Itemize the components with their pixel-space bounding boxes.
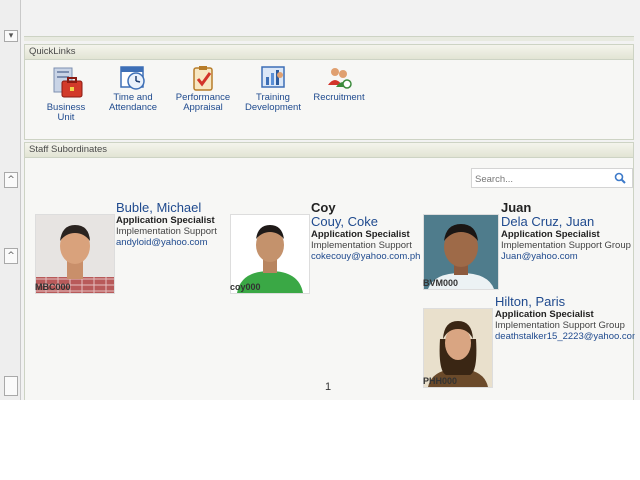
scroll-thumb[interactable] — [4, 376, 18, 396]
staff-email[interactable]: andyloid@yahoo.com — [116, 237, 232, 248]
quicklinks-panel: QuickLinks Business Unit Time and Attend… — [24, 44, 634, 140]
staff-code: PHH000 — [423, 376, 458, 386]
training-chart-icon — [261, 66, 285, 88]
viewport: ▾ ^ ^ QuickLinks Business Unit Time and … — [0, 0, 640, 400]
staff-code: BVM000 — [423, 278, 459, 288]
staff-name-link[interactable]: Dela Cruz, Juan — [501, 215, 635, 229]
staff-name-link[interactable]: Buble, Michael — [116, 201, 232, 215]
top-divider — [24, 36, 634, 41]
pagination-page[interactable]: 1 — [325, 381, 331, 393]
search-icon[interactable] — [614, 172, 626, 184]
staff-title: Application Specialist — [495, 309, 594, 320]
quicklink-label: Business Unit — [46, 102, 86, 123]
quicklink-label: Time and Attendance — [108, 92, 158, 113]
staff-header: Staff Subordinates — [25, 143, 633, 158]
scroll-up-button-upper[interactable]: ^ — [4, 172, 18, 188]
staff-group: Implementation Support Group — [495, 320, 625, 331]
quicklinks-header: QuickLinks — [25, 45, 633, 60]
quicklink-business-unit[interactable]: Business Unit — [41, 65, 91, 123]
staff-panel: Staff Subordinates MBC000 Buble, Michael… — [24, 142, 635, 400]
staff-code: coy000 — [230, 282, 261, 292]
quicklink-performance-appraisal[interactable]: Performance Appraisal — [171, 65, 235, 113]
staff-title: Application Specialist — [311, 229, 410, 240]
staff-name-link[interactable]: Couy, Coke — [311, 215, 423, 229]
outer-scrollbar[interactable]: ▾ ^ ^ — [0, 0, 21, 400]
staff-title: Application Specialist — [116, 215, 215, 226]
quicklink-label: Training Development — [245, 92, 301, 113]
staff-first-name: Juan — [501, 201, 532, 215]
staff-info: Hilton, Paris Application Specialist Imp… — [495, 295, 635, 342]
quicklink-recruitment[interactable]: Recruitment — [309, 65, 369, 103]
clipboard-check-icon — [193, 66, 213, 91]
search-input[interactable] — [472, 171, 607, 188]
staff-email[interactable]: cokecouy@yahoo.com.ph — [311, 251, 423, 262]
quicklink-time-attendance[interactable]: Time and Attendance — [103, 65, 163, 113]
business-unit-icon — [53, 67, 83, 98]
staff-first-name: Coy — [311, 201, 336, 215]
staff-name-link[interactable]: Hilton, Paris — [495, 295, 635, 309]
staff-title: Application Specialist — [501, 229, 600, 240]
staff-group: Implementation Support Group — [501, 240, 631, 251]
staff-group: Implementation Support — [116, 226, 217, 237]
staff-info: Coy Couy, Coke Application Specialist Im… — [311, 201, 423, 262]
search-box[interactable] — [471, 168, 633, 188]
staff-email[interactable]: deathstalker15_2223@yahoo.com — [495, 331, 635, 342]
staff-info: Buble, Michael Application Specialist Im… — [116, 201, 232, 248]
quicklink-training-development[interactable]: Training Development — [239, 65, 307, 113]
staff-code: MBC000 — [35, 282, 71, 292]
clock-calendar-icon — [120, 66, 145, 90]
scroll-up-arrow-icon[interactable]: ▾ — [4, 30, 18, 42]
staff-info: Juan Dela Cruz, Juan Application Special… — [501, 201, 635, 262]
staff-group: Implementation Support — [311, 240, 412, 251]
recruitment-people-icon — [328, 68, 352, 89]
quicklink-label: Performance Appraisal — [175, 92, 231, 113]
scroll-up-button-lower[interactable]: ^ — [4, 248, 18, 264]
quicklink-label: Recruitment — [313, 92, 365, 103]
staff-email[interactable]: Juan@yahoo.com — [501, 251, 635, 262]
